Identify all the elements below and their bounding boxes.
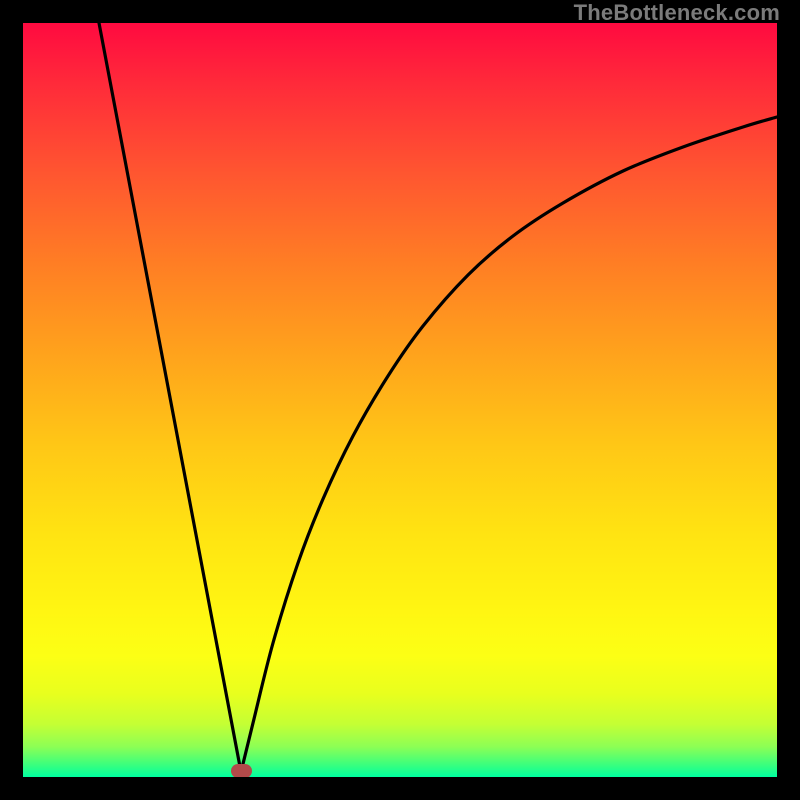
curve-layer: [23, 23, 777, 777]
curve-path: [99, 23, 777, 772]
plot-area: [23, 23, 777, 777]
bottleneck-marker: [231, 764, 252, 777]
outer-frame: TheBottleneck.com: [0, 0, 800, 800]
